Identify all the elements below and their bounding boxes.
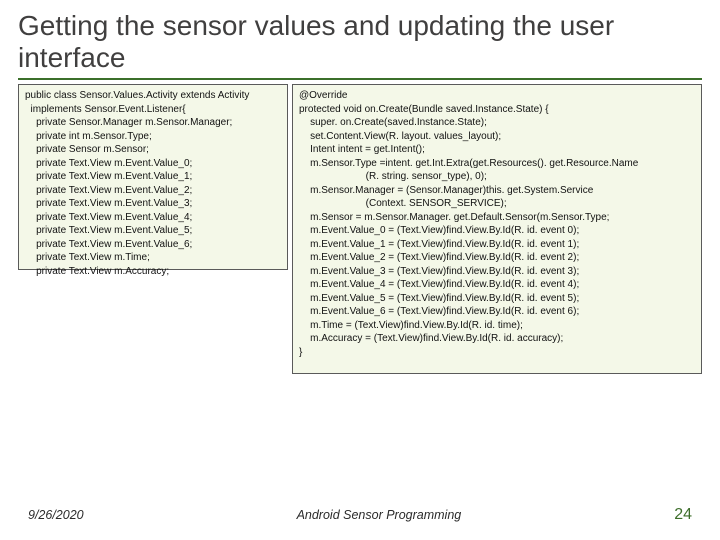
footer-date: 9/26/2020 [28,508,84,522]
footer-center: Android Sensor Programming [84,508,675,522]
slide-title: Getting the sensor values and updating t… [18,10,702,74]
code-columns: public class Sensor.Values.Activity exte… [18,84,702,374]
code-right: @Override protected void on.Create(Bundl… [292,84,702,374]
title-block: Getting the sensor values and updating t… [18,10,702,80]
footer-pageno: 24 [674,506,692,524]
code-left: public class Sensor.Values.Activity exte… [18,84,288,270]
footer: 9/26/2020 Android Sensor Programming 24 [0,506,720,524]
slide: Getting the sensor values and updating t… [0,0,720,540]
